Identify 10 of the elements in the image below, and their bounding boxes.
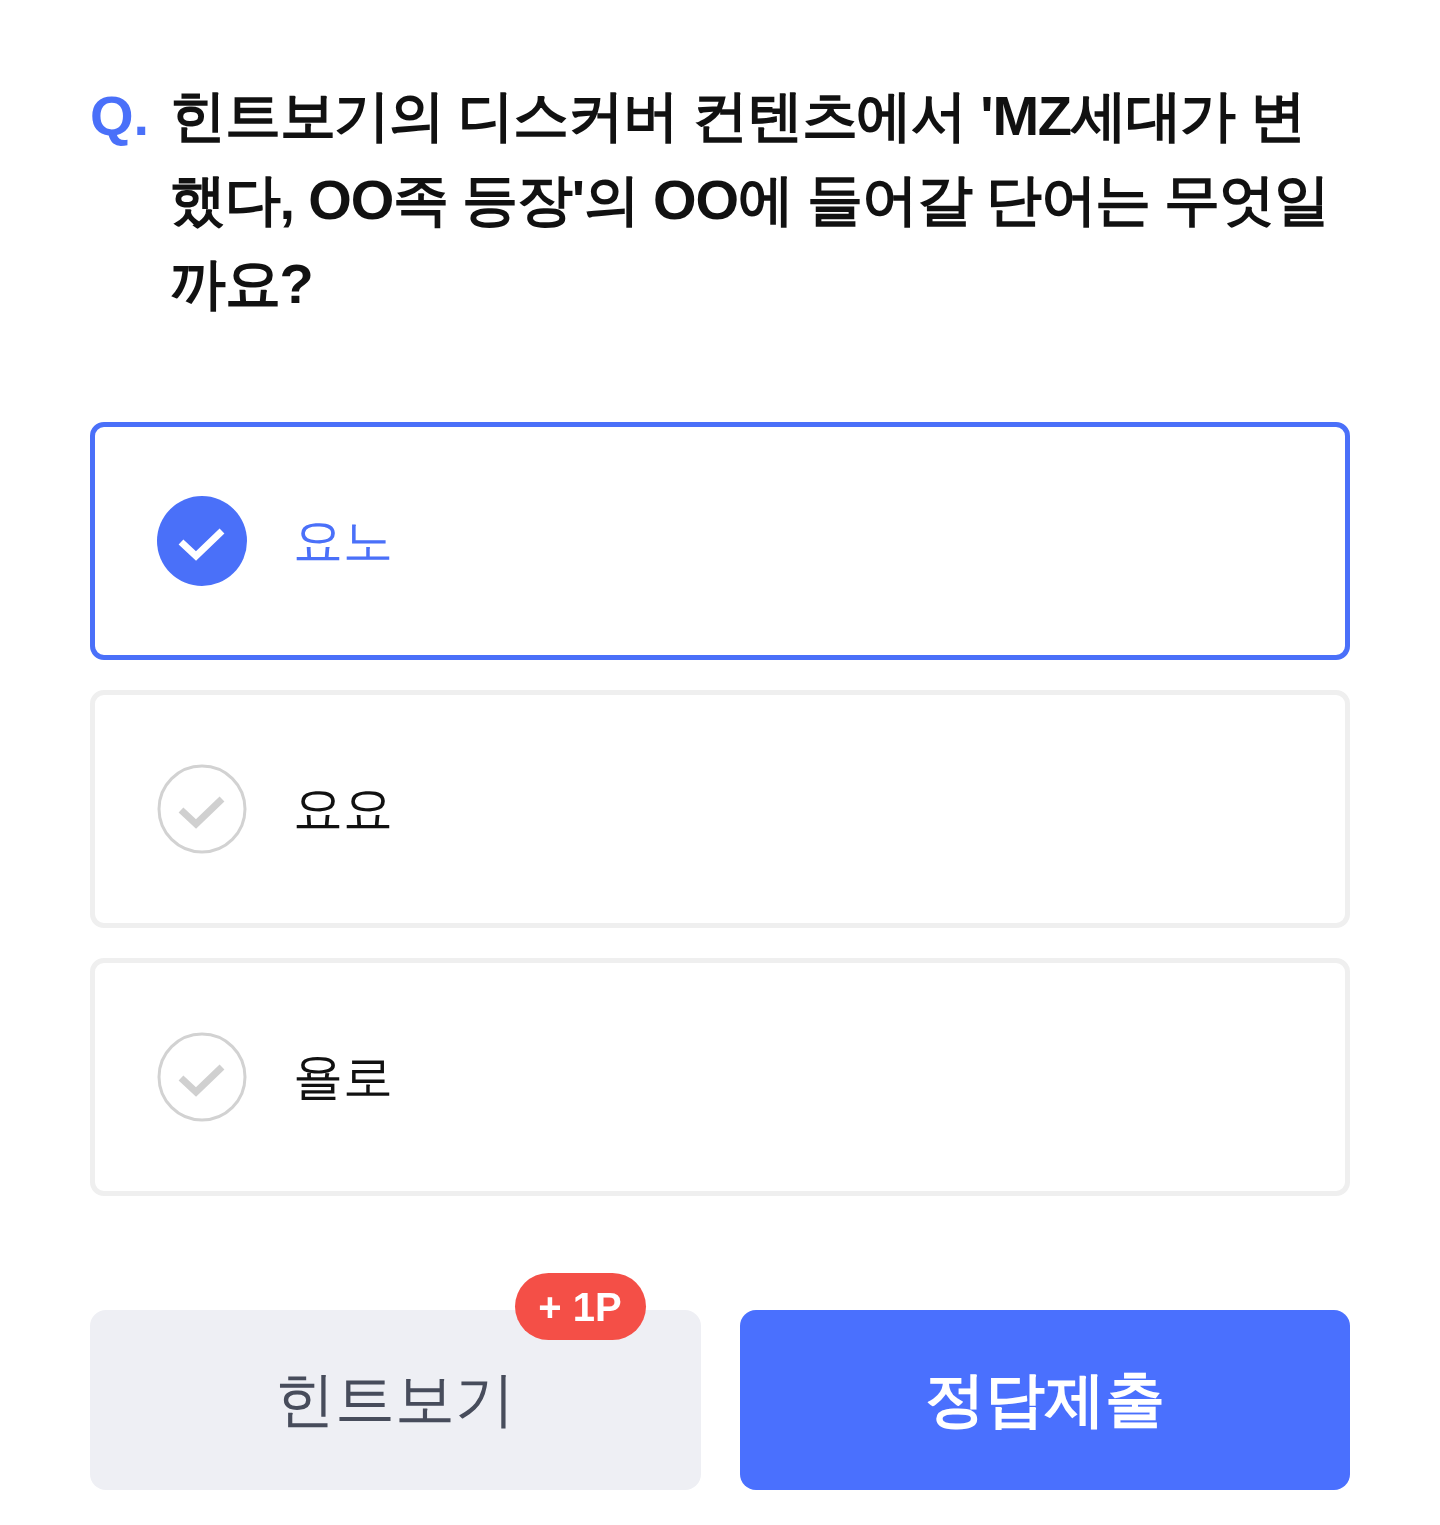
submit-answer-button[interactable]: 정답제출 (739, 1310, 1350, 1490)
points-badge: + 1P (514, 1273, 646, 1340)
check-circle-icon (157, 764, 247, 854)
answer-option[interactable]: 요요 (90, 690, 1350, 928)
check-circle-icon (157, 496, 247, 586)
check-circle-icon (157, 1032, 247, 1122)
question-text: 힌트보기의 디스커버 컨텐츠에서 'MZ세대가 변했다, OO족 등장'의 OO에 들어갈 단어는 무엇일까요? (170, 83, 1330, 317)
answer-option[interactable]: 욜로 (90, 958, 1350, 1196)
question-prefix: Q. (90, 83, 151, 149)
answer-option[interactable]: 요노 (90, 422, 1350, 660)
